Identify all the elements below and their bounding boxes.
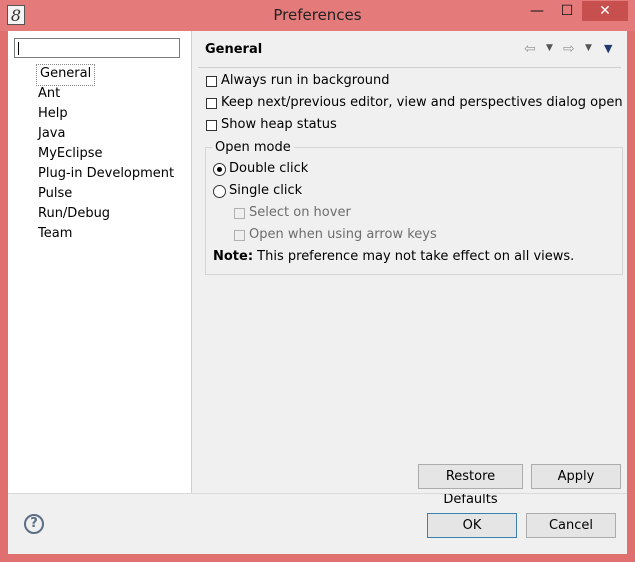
minimize-button[interactable]: — xyxy=(524,1,550,21)
double-click-label[interactable]: Double click xyxy=(229,161,308,176)
preference-page: General ⇦ ▼ ⇨ ▼ ▼ Always run in backgrou… xyxy=(192,31,627,507)
tree-item-general[interactable]: General xyxy=(36,64,96,86)
dialog-client-area: General Ant Help Java MyEclipse Plug-in … xyxy=(8,31,627,554)
select-on-hover-checkbox xyxy=(234,208,245,219)
select-on-hover-label: Select on hover xyxy=(249,205,351,220)
ok-button[interactable]: OK xyxy=(427,513,517,538)
single-click-radio[interactable] xyxy=(213,185,226,198)
apply-button[interactable]: Apply xyxy=(531,464,621,489)
always-run-background-label[interactable]: Always run in background xyxy=(221,73,390,88)
view-menu-icon[interactable]: ▼ xyxy=(604,42,612,55)
show-heap-status-checkbox[interactable] xyxy=(206,120,217,131)
always-run-background-checkbox[interactable] xyxy=(206,76,217,87)
back-history-dropdown-icon[interactable]: ▼ xyxy=(546,43,553,53)
tree-item-myeclipse[interactable]: MyEclipse xyxy=(35,144,106,164)
tree-item-java[interactable]: Java xyxy=(35,124,68,144)
single-click-label[interactable]: Single click xyxy=(229,183,302,198)
bottom-separator xyxy=(8,493,627,494)
tree-item-plugin-development[interactable]: Plug-in Development xyxy=(35,164,177,184)
tree-item-run-debug[interactable]: Run/Debug xyxy=(35,204,113,224)
keep-next-previous-label[interactable]: Keep next/previous editor, view and pers… xyxy=(221,95,623,110)
maximize-button[interactable]: ☐ xyxy=(554,1,580,21)
back-arrow-icon[interactable]: ⇦ xyxy=(524,41,536,57)
restore-defaults-button[interactable]: Restore Defaults xyxy=(418,464,523,507)
close-button[interactable]: ✕ xyxy=(582,1,628,21)
tree-item-ant[interactable]: Ant xyxy=(35,84,63,104)
preference-tree: General Ant Help Java MyEclipse Plug-in … xyxy=(8,31,192,493)
open-arrow-keys-label: Open when using arrow keys xyxy=(249,227,437,242)
show-heap-status-label[interactable]: Show heap status xyxy=(221,117,337,132)
forward-history-dropdown-icon[interactable]: ▼ xyxy=(585,43,592,53)
page-title: General xyxy=(205,42,263,57)
double-click-radio[interactable] xyxy=(213,163,226,176)
keep-next-previous-checkbox[interactable] xyxy=(206,98,217,109)
tree-item-pulse[interactable]: Pulse xyxy=(35,184,75,204)
title-bar[interactable]: 8 Preferences — ☐ ✕ xyxy=(0,0,635,31)
forward-arrow-icon[interactable]: ⇨ xyxy=(563,41,575,57)
text-caret xyxy=(18,42,19,55)
cancel-button[interactable]: Cancel xyxy=(526,513,616,538)
note-text: Note: This preference may not take effec… xyxy=(213,249,574,264)
header-separator xyxy=(198,67,621,68)
page-header: General ⇦ ▼ ⇨ ▼ ▼ xyxy=(192,31,627,67)
help-icon[interactable]: ? xyxy=(24,514,44,534)
tree-item-help[interactable]: Help xyxy=(35,104,71,124)
open-mode-group-title: Open mode xyxy=(212,140,294,155)
tree-item-team[interactable]: Team xyxy=(35,224,75,244)
radio-selected-dot xyxy=(217,167,222,172)
open-arrow-keys-checkbox xyxy=(234,230,245,241)
note-label: Note: xyxy=(213,249,254,264)
note-body: This preference may not take effect on a… xyxy=(253,249,575,264)
filter-input[interactable] xyxy=(14,38,180,58)
